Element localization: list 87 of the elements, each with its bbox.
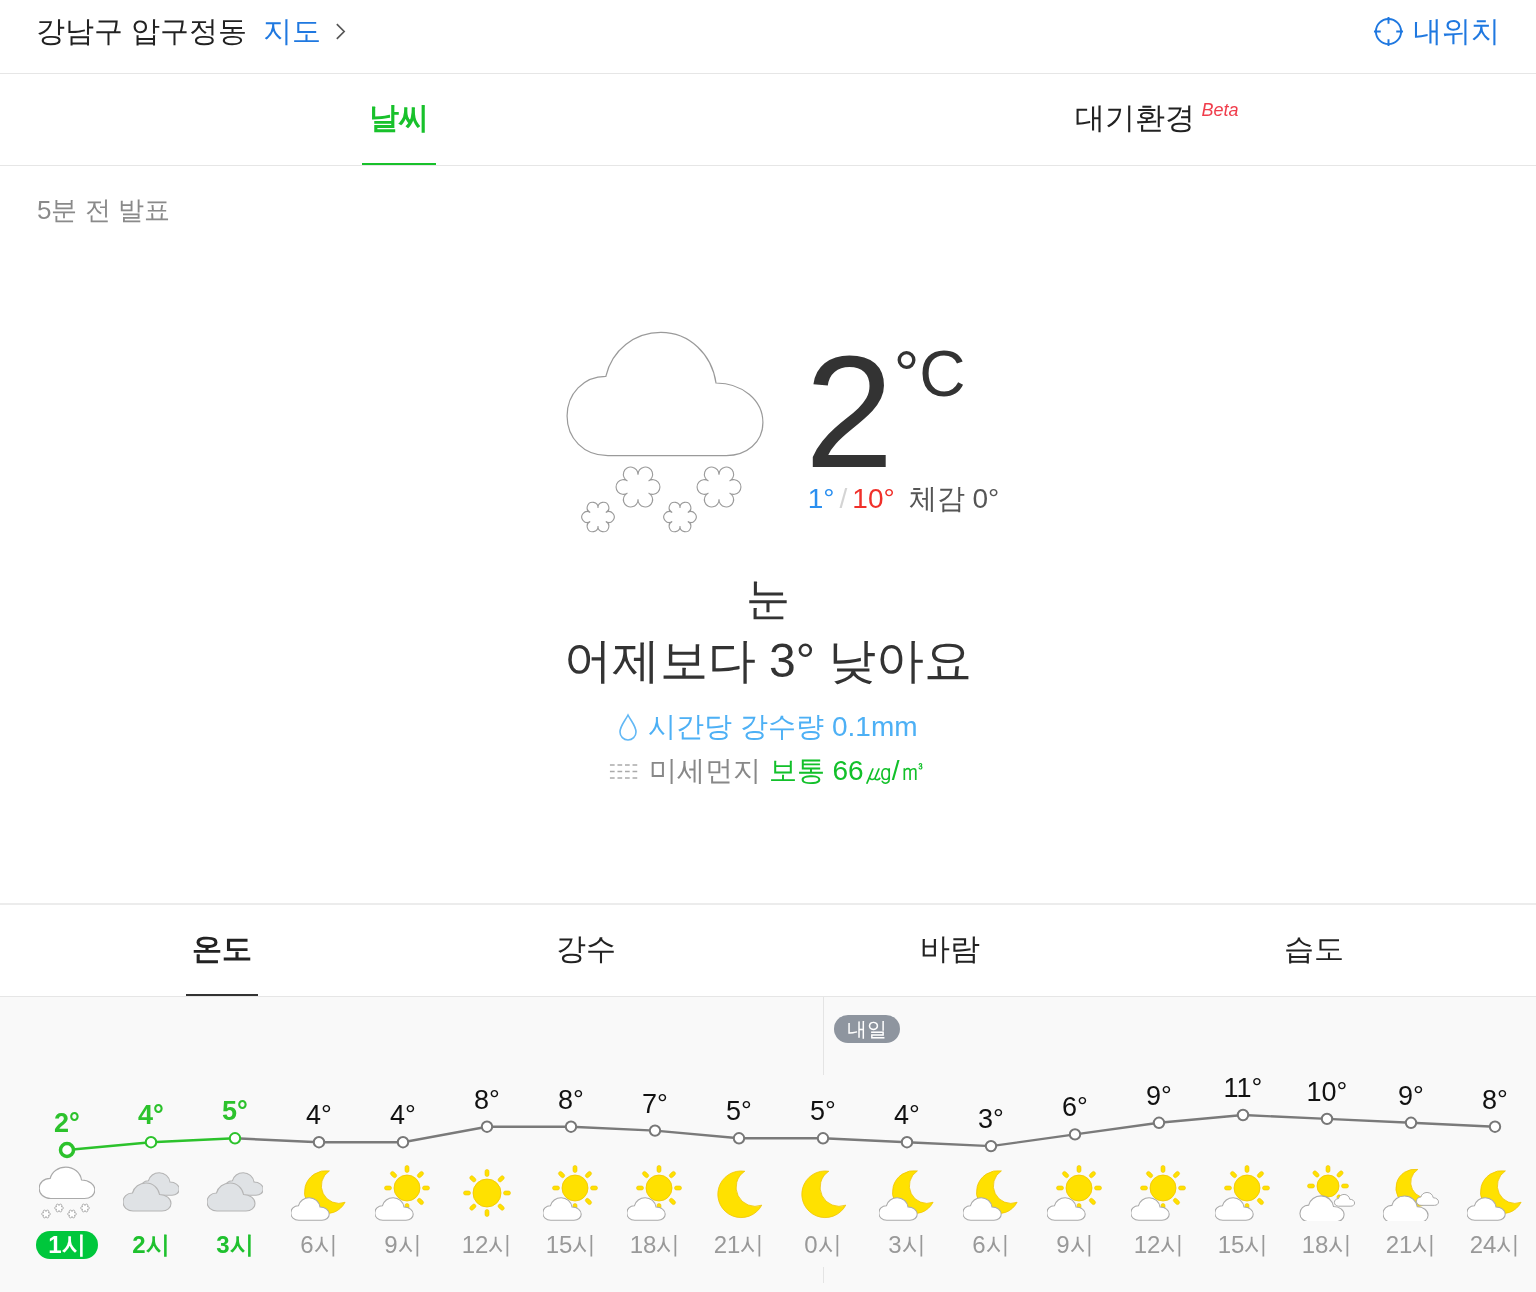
snow-cloud-icon [39, 1165, 95, 1221]
sun-cloud-icon [627, 1165, 683, 1221]
forecast-tab[interactable]: 습도 [1278, 905, 1350, 996]
temperature-label: 5° [726, 1096, 752, 1127]
update-time: 5분 전 발표 [36, 194, 171, 225]
hour-label: 21시 [1385, 1230, 1437, 1260]
data-point [1404, 1116, 1418, 1129]
chevron-right-icon [335, 21, 347, 41]
temperature-label: 6° [1062, 1092, 1088, 1123]
dust-value: 66㎍/㎥ [832, 754, 928, 788]
temperature-label: 3° [978, 1104, 1004, 1135]
temperature-unit: °C [893, 342, 966, 406]
hour-label: 9시 [1056, 1230, 1094, 1260]
data-point [564, 1120, 578, 1133]
beta-label: Beta [1201, 100, 1239, 120]
data-point [1068, 1128, 1082, 1141]
hour-label: 1시 [36, 1231, 98, 1259]
data-point [900, 1136, 914, 1149]
low-temperature: 1° [807, 482, 835, 516]
hour-label: 15시 [1217, 1230, 1269, 1260]
data-point [1152, 1116, 1166, 1129]
sun-cloud-icon [1215, 1165, 1271, 1221]
map-link[interactable]: 지도 [263, 12, 347, 50]
data-point [480, 1120, 494, 1133]
feels-like-temperature: 체감 0° [908, 482, 1000, 516]
data-point [1236, 1108, 1250, 1122]
hour-label: 9시 [384, 1230, 422, 1260]
precipitation-text: 시간당 강수량 0.1mm [648, 710, 918, 744]
temperature-value: 2 [804, 342, 894, 482]
data-point [984, 1139, 998, 1153]
dust-grade: 보통 [768, 754, 825, 788]
temperature-label: 4° [894, 1100, 920, 1131]
temperature-label: 7° [642, 1088, 668, 1119]
temperature-label: 5° [810, 1096, 836, 1127]
data-point [1320, 1112, 1334, 1126]
dust-label: 미세먼지 [648, 754, 761, 788]
sun-cloud-icon [1131, 1165, 1187, 1221]
sun-cloud-icon [375, 1165, 431, 1221]
hour-label: 0시 [804, 1230, 842, 1260]
temperature-label: 4° [138, 1100, 164, 1131]
temperature-label: 9° [1146, 1080, 1172, 1111]
temperature-label: 8° [474, 1084, 500, 1115]
hour-label: 24시 [1469, 1230, 1521, 1260]
crosshair-icon [1373, 15, 1404, 47]
data-point [396, 1136, 410, 1149]
my-location-button[interactable]: 내위치 [1373, 12, 1500, 50]
temperature-label: 5° [222, 1096, 248, 1127]
temperature-label: 10° [1306, 1076, 1348, 1107]
location-name: 강남구 압구정동 [36, 14, 248, 49]
snow-cloud-icon [564, 330, 765, 535]
temperature-label: 8° [558, 1084, 584, 1115]
hour-label: 2시 [132, 1230, 170, 1260]
temperature-label: 8° [1482, 1084, 1508, 1115]
hour-label: 18시 [629, 1230, 681, 1260]
hour-label: 18시 [1301, 1230, 1353, 1260]
data-point [228, 1132, 242, 1145]
data-point [312, 1136, 326, 1149]
temperature-label: 11° [1223, 1073, 1263, 1103]
hour-label: 12시 [1133, 1230, 1185, 1260]
temperature-label: 4° [306, 1100, 332, 1131]
temperature-label: 9° [1398, 1080, 1424, 1111]
hour-label: 12시 [461, 1230, 513, 1260]
droplet-icon [618, 713, 639, 741]
hour-label: 21시 [713, 1230, 765, 1260]
hour-label: 3시 [216, 1230, 254, 1260]
hour-label: 6시 [972, 1230, 1010, 1260]
comparison-text: 어제보다 3° 낮아요 [563, 633, 973, 689]
data-point [144, 1136, 158, 1149]
data-point [648, 1124, 662, 1137]
sun-clouds-icon [1299, 1165, 1355, 1221]
weather-condition: 눈 [746, 573, 790, 625]
forecast-tab[interactable]: 강수 [550, 905, 622, 996]
hour-label: 15시 [545, 1230, 597, 1260]
data-point [732, 1132, 746, 1145]
hour-label: 6시 [300, 1230, 338, 1260]
temperature-label: 2° [54, 1108, 80, 1138]
sun-cloud-icon [1047, 1165, 1103, 1221]
data-point [58, 1141, 76, 1159]
hour-label: 3시 [888, 1230, 926, 1260]
high-temperature: 10° [852, 482, 895, 516]
range-separator: / [839, 482, 848, 516]
forecast-tab[interactable]: 바람 [914, 905, 986, 996]
temperature-label: 4° [390, 1100, 416, 1131]
data-point [1488, 1120, 1502, 1133]
sun-cloud-icon [543, 1165, 599, 1221]
data-point [816, 1132, 830, 1145]
day-label: 내일 [834, 1015, 900, 1043]
